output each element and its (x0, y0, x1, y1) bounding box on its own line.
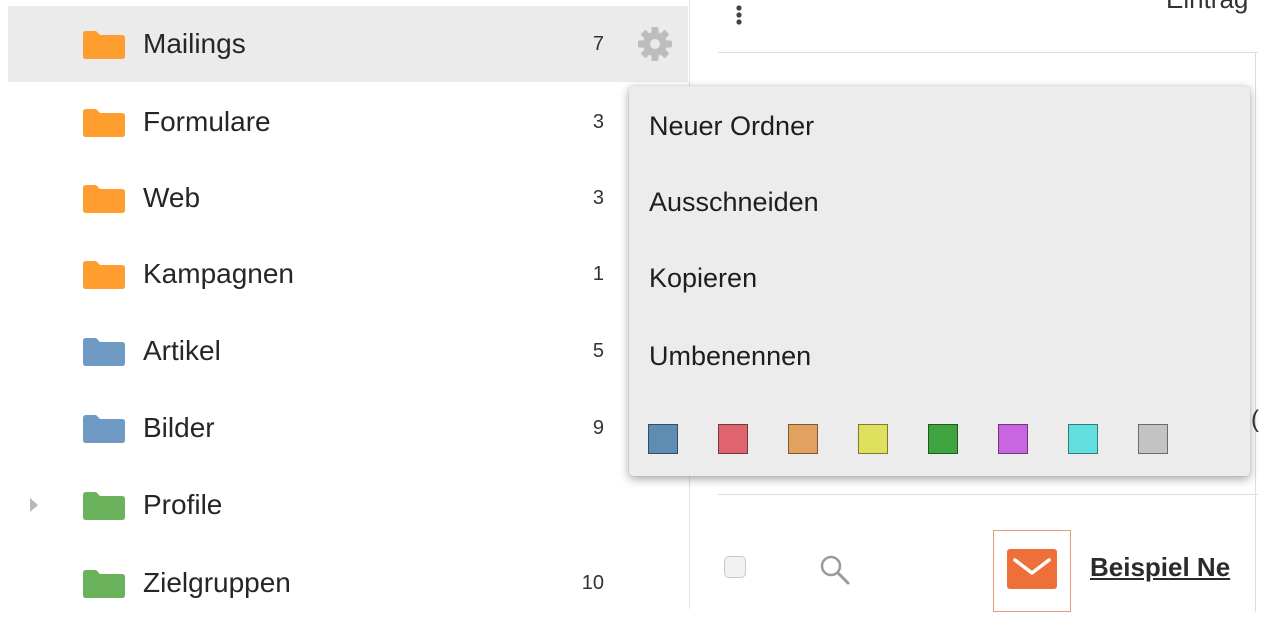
folder-count: 9 (592, 417, 604, 439)
folder-icon (83, 570, 125, 598)
folder-label: Kampagnen (143, 258, 295, 289)
folder-label: Bilder (143, 412, 215, 443)
folder-item[interactable]: Bilder 9 (8, 390, 688, 466)
folder-item[interactable]: Mailings 7 (8, 6, 688, 82)
color-swatch[interactable] (788, 424, 818, 454)
search-icon[interactable] (817, 552, 853, 588)
folder-label: Profile (143, 489, 223, 520)
folder-count: 1 (592, 263, 604, 285)
color-swatch[interactable] (928, 424, 958, 454)
mailing-title-link[interactable]: Beispiel Ne (1090, 552, 1230, 583)
partial-text: ( (1251, 406, 1259, 433)
envelope-icon (1007, 549, 1057, 589)
table-border (1255, 52, 1256, 612)
color-swatch[interactable] (1068, 424, 1098, 454)
folder-icon (83, 492, 125, 520)
gear-icon[interactable] (636, 25, 674, 63)
folder-label: Formulare (143, 106, 271, 137)
folder-sidebar: Mailings 7 Formulare 3 Web 3 Kampagnen 1 Artikel… (0, 0, 690, 609)
color-swatch[interactable] (648, 424, 678, 454)
menu-item-rename[interactable]: Umbenennen (629, 318, 1250, 394)
folder-item[interactable]: Profile (8, 467, 688, 543)
folder-icon (83, 31, 125, 59)
list-divider (718, 494, 1258, 495)
folder-context-menu: Neuer Ordner Ausschneiden Kopieren Umbenenn… (629, 86, 1250, 476)
color-swatch[interactable] (858, 424, 888, 454)
folder-icon (83, 415, 125, 443)
folder-label: Artikel (143, 335, 221, 366)
color-swatch[interactable] (1138, 424, 1168, 454)
folder-label: Mailings (143, 28, 246, 59)
folder-count: 10 (581, 572, 604, 594)
folder-item[interactable]: Artikel 5 (8, 313, 688, 389)
more-options-icon[interactable] (734, 2, 744, 28)
entries-label: Eintrag (1166, 0, 1248, 15)
color-swatch[interactable] (998, 424, 1028, 454)
folder-label: Zielgruppen (143, 567, 291, 598)
folder-item[interactable]: Zielgruppen 10 (8, 545, 688, 621)
folder-count: 5 (592, 340, 604, 362)
row-checkbox[interactable] (724, 556, 746, 578)
folder-count: 3 (592, 187, 604, 209)
menu-item-new-folder[interactable]: Neuer Ordner (629, 88, 1250, 164)
folder-label: Web (143, 182, 201, 213)
header-divider (718, 52, 1258, 53)
expand-arrow-icon[interactable] (30, 498, 38, 512)
folder-icon (83, 261, 125, 289)
folder-item[interactable]: Kampagnen 1 (8, 236, 688, 312)
folder-count: 7 (592, 33, 604, 55)
menu-item-copy[interactable]: Kopieren (629, 240, 1250, 316)
folder-icon (83, 185, 125, 213)
mailing-thumbnail[interactable] (993, 530, 1071, 612)
folder-item[interactable]: Web 3 (8, 160, 688, 236)
folder-count: 3 (592, 111, 604, 133)
folder-icon (83, 338, 125, 366)
menu-item-cut[interactable]: Ausschneiden (629, 164, 1250, 240)
folder-icon (83, 109, 125, 137)
folder-item[interactable]: Formulare 3 (8, 84, 688, 160)
color-swatch[interactable] (718, 424, 748, 454)
